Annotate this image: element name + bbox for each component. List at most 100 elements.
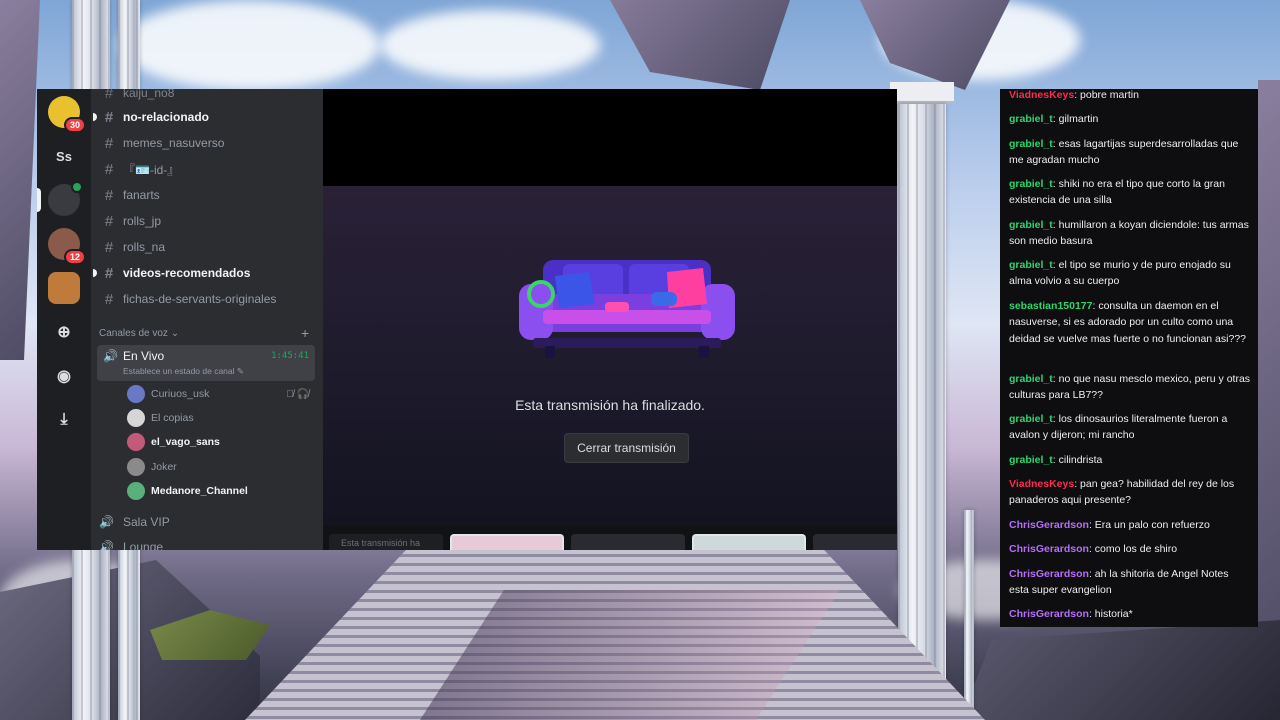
voice-user[interactable]: Joker <box>127 456 317 478</box>
channel-label: fichas-de-servants-originales <box>123 292 277 306</box>
server-icon-3[interactable] <box>37 181 83 216</box>
hash-icon: # <box>104 134 114 152</box>
chat-username: ChrisGerardson <box>1009 519 1089 531</box>
chat-username: grabiel_t <box>1009 178 1053 190</box>
channel-no-relacionado[interactable]: # no-relacionado <box>93 105 311 129</box>
server-icon-ss[interactable]: Ss <box>48 140 80 172</box>
channel-rolls-na[interactable]: # rolls_na <box>99 235 311 259</box>
voice-user[interactable]: Curiuos_usk 🎙̸ 🎧̸ <box>127 383 317 405</box>
chat-username: ChrisGerardson <box>1009 543 1089 555</box>
voice-channel-lounge[interactable]: 🔊 Lounge <box>99 536 311 550</box>
speaker-icon: 🔊 <box>99 540 114 550</box>
voice-user[interactable]: el_vago_sans <box>127 431 317 453</box>
server-list: 30 Ss 12 ⊕ ◉ ⤓ <box>37 89 91 550</box>
chat-username: ChrisGerardson <box>1009 568 1089 580</box>
hash-icon: # <box>104 212 114 230</box>
download-icon[interactable]: ⤓ <box>48 404 80 436</box>
chat-username: grabiel_t <box>1009 138 1053 150</box>
voice-channel-label: Lounge <box>123 540 164 550</box>
thumbnail-label: Esta transmisión ha <box>341 538 421 548</box>
channel-label: rolls_jp <box>123 214 162 228</box>
chat-text: cilindrista <box>1058 454 1103 466</box>
discover-icon[interactable]: ◉ <box>48 360 80 392</box>
chat-username: sebastian150177 <box>1009 300 1093 312</box>
channel-fanarts[interactable]: # fanarts <box>99 183 311 207</box>
voice-channel-label: Sala VIP <box>123 515 170 529</box>
avatar <box>127 482 145 500</box>
avatar <box>127 458 145 476</box>
chat-message: ChrisGerardson: ah la shitoria de Angel … <box>1009 568 1229 597</box>
chat-message: ViadnesKeys: pobre martin <box>1009 89 1139 101</box>
stream-thumbnail[interactable]: Esta transmisión ha <box>329 534 443 550</box>
stream-thumbnail[interactable] <box>813 534 897 550</box>
close-stream-button[interactable]: Cerrar transmisión <box>564 433 689 463</box>
channel-label: fanarts <box>123 188 160 202</box>
channel-rolls-jp[interactable]: # rolls_jp <box>99 209 311 233</box>
channel-memes[interactable]: # memes_nasuverso <box>99 131 311 155</box>
hash-icon: # <box>104 160 114 178</box>
hash-icon: # <box>104 264 114 282</box>
voice-user-name: Medanore_Channel <box>151 485 248 497</box>
channel-label: no-relacionado <box>123 110 210 124</box>
chat-username: grabiel_t <box>1009 454 1053 466</box>
stream-thumbnail[interactable] <box>450 534 564 550</box>
add-server-icon[interactable]: ⊕ <box>48 316 80 348</box>
avatar <box>127 433 145 451</box>
stream-thumbnail[interactable] <box>571 534 685 550</box>
hash-icon: # <box>104 89 114 102</box>
add-channel-icon[interactable]: + <box>301 325 309 341</box>
speaker-icon: 🔊 <box>103 349 118 363</box>
channel-label: 『🪪-id-』 <box>123 162 180 177</box>
chat-username: grabiel_t <box>1009 259 1053 271</box>
channel-id[interactable]: # 『🪪-id-』 <box>99 157 311 181</box>
chat-text: historia* <box>1094 608 1133 620</box>
set-channel-status[interactable]: Establece un estado de canal ✎ <box>123 366 244 377</box>
stream-thumbnail[interactable] <box>692 534 806 550</box>
stream-chat: ViadnesKeys: pobre martin grabiel_t: gil… <box>1000 89 1258 627</box>
avatar <box>127 409 145 427</box>
chat-message: ChrisGerardson: como los de shiro <box>1009 543 1178 555</box>
discord-window: 30 Ss 12 ⊕ ◉ ⤓ # kaiju_no8 # no-relacion… <box>37 89 897 550</box>
chevron-down-icon: ⌄ <box>170 328 180 339</box>
chat-username: ViadnesKeys <box>1009 478 1075 490</box>
voice-user[interactable]: El copias <box>127 407 317 429</box>
stream-ended-message: Esta transmisión ha finalizado. <box>515 397 705 413</box>
chat-message: grabiel_t: los dinosaurios literalmente … <box>1009 413 1228 442</box>
chat-message: grabiel_t: no que nasu mesclo mexico, pe… <box>1009 373 1251 402</box>
live-indicator <box>71 181 83 193</box>
voice-user-name: Joker <box>151 461 177 473</box>
hash-icon: # <box>104 108 114 126</box>
chat-username: ChrisGerardson <box>1009 608 1089 620</box>
mention-badge: 30 <box>63 117 86 133</box>
hash-icon: # <box>104 290 114 308</box>
voice-user-name: El copias <box>151 412 194 424</box>
voice-user[interactable]: Medanore_Channel <box>127 480 317 502</box>
voice-channel-en-vivo[interactable]: 🔊 En Vivo Establece un estado de canal ✎… <box>97 345 315 381</box>
hash-icon: # <box>104 238 114 256</box>
server-icon-4[interactable]: 12 <box>48 228 86 265</box>
chat-username: grabiel_t <box>1009 113 1053 125</box>
server-icon-1[interactable]: 30 <box>48 96 86 133</box>
chat-username: grabiel_t <box>1009 219 1053 231</box>
server-initials: Ss <box>56 148 72 164</box>
chat-message: ChrisGerardson: Era un palo con refuerzo <box>1009 519 1210 531</box>
channel-videos[interactable]: # videos-recomendados <box>93 261 311 285</box>
channel-fichas[interactable]: # fichas-de-servants-originales <box>99 287 311 311</box>
voice-category-header[interactable]: Canales de voz ⌄ <box>99 328 179 339</box>
voice-channel-sala-vip[interactable]: 🔊 Sala VIP <box>99 511 311 533</box>
category-label: Canales de voz <box>99 328 168 339</box>
stream-thumbnails: Esta transmisión ha <box>323 526 897 550</box>
chat-message: grabiel_t: el tipo se murio y de puro en… <box>1009 259 1231 288</box>
server-icon-5[interactable] <box>48 272 80 304</box>
hash-icon: # <box>104 186 114 204</box>
channel-kaiju[interactable]: # kaiju_no8 <box>99 89 311 105</box>
chat-message: grabiel_t: cilindrista <box>1009 454 1103 466</box>
avatar <box>127 385 145 403</box>
chat-username: grabiel_t <box>1009 373 1053 385</box>
chat-text: Era un palo con refuerzo <box>1094 519 1210 531</box>
chat-message: grabiel_t: gilmartin <box>1009 113 1099 125</box>
muted-deafened-icon: 🎙̸ 🎧̸ <box>286 388 309 400</box>
chat-username: ViadnesKeys <box>1009 89 1075 101</box>
channel-label: rolls_na <box>123 240 166 254</box>
chat-text: pobre martin <box>1080 89 1139 101</box>
